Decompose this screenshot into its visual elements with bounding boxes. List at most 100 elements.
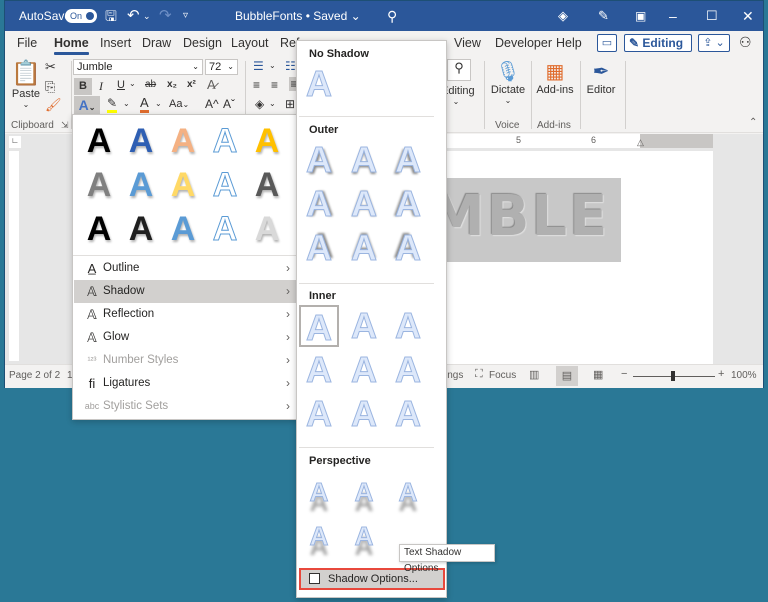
font-color-icon[interactable]: A [140, 96, 149, 113]
highlight-dropdown-icon[interactable]: ⌄ [123, 99, 130, 108]
indent-marker-icon[interactable]: △ [637, 137, 644, 148]
tab-developer[interactable]: Developer [495, 36, 552, 50]
text-effect-style-0-3[interactable]: A [205, 119, 245, 163]
highlight-icon[interactable]: ✎ [107, 97, 118, 113]
document-title[interactable]: BubbleFonts • Saved ⌄ [235, 1, 361, 31]
shadow-preset-inner-7[interactable]: A [344, 393, 384, 435]
maximize-icon[interactable]: ☐ [706, 1, 718, 31]
text-effect-style-1-1[interactable]: A [121, 163, 161, 207]
collapse-ribbon-icon[interactable]: ⌃ [749, 117, 757, 128]
text-effect-style-0-4[interactable]: A [247, 119, 287, 163]
shading-icon[interactable]: ◈ [255, 97, 264, 111]
text-effect-style-2-1[interactable]: A [121, 207, 161, 251]
shadow-preset-inner-6[interactable]: A [299, 393, 339, 435]
text-effect-style-0-2[interactable]: A [163, 119, 203, 163]
tab-draw[interactable]: Draw [142, 36, 171, 50]
tab-file[interactable]: File [17, 36, 37, 50]
shadow-preset-no-shadow-0[interactable]: A [299, 63, 339, 105]
clear-formatting-icon[interactable]: A̷ [207, 77, 216, 92]
comment-icon[interactable]: ▭ [597, 34, 617, 52]
shadow-preset-outer-4[interactable]: A [344, 183, 384, 225]
tab-layout[interactable]: Layout [231, 36, 269, 50]
ribbon-display-icon[interactable]: ▣ [635, 1, 646, 31]
tab-view[interactable]: View [454, 36, 481, 50]
focus-button[interactable]: Focus [489, 370, 516, 381]
minimize-icon[interactable]: – [669, 1, 677, 31]
tab-insert[interactable]: Insert [100, 36, 131, 50]
tab-design[interactable]: Design [183, 36, 222, 50]
shrink-font-button[interactable]: Aˇ [223, 97, 235, 111]
shadow-preset-perspective-3[interactable]: A [299, 515, 339, 557]
menu-item-outline[interactable]: A̲ Outline › [74, 257, 296, 280]
editor-button[interactable]: ✒ Editor [583, 59, 619, 96]
bold-button[interactable]: B [74, 78, 92, 95]
shadow-preset-inner-4[interactable]: A [344, 349, 384, 391]
shadow-preset-outer-6[interactable]: A [299, 227, 339, 269]
align-left-icon[interactable]: ≡ [253, 78, 260, 92]
shadow-preset-outer-1[interactable]: A [344, 139, 384, 181]
text-effect-style-1-0[interactable]: A [79, 163, 119, 207]
undo-icon[interactable]: ↶ [127, 1, 140, 31]
menu-item-glow[interactable]: 𝔸 Glow › [74, 326, 296, 349]
text-effect-style-2-3[interactable]: A [205, 207, 245, 251]
strikethrough-button[interactable]: ab [145, 79, 156, 90]
page-count[interactable]: Page 2 of 2 [9, 370, 60, 381]
find-icon[interactable]: ⚲ [447, 59, 471, 81]
font-size-input[interactable]: 72 ⌄ [205, 59, 238, 75]
underline-dropdown-icon[interactable]: ⌄ [129, 79, 136, 88]
shadow-preset-inner-1[interactable]: A [344, 305, 384, 347]
cut-icon[interactable]: ✂ [45, 59, 56, 75]
shadow-preset-outer-5[interactable]: A [388, 183, 428, 225]
numbering-icon[interactable]: ☷ [285, 59, 296, 73]
change-case-button[interactable]: Aa⌄ [169, 98, 189, 110]
document-text[interactable]: MBLE [429, 184, 609, 249]
shadow-preset-inner-5[interactable]: A [388, 349, 428, 391]
font-name-input[interactable]: Jumble ⌄ [73, 59, 203, 75]
redo-icon[interactable]: ↷ [159, 1, 172, 31]
pen-icon[interactable]: ✎ [598, 1, 609, 31]
undo-dropdown-icon[interactable]: ⌄ [143, 1, 151, 31]
text-effect-style-0-0[interactable]: A [79, 119, 119, 163]
text-effect-style-2-4[interactable]: A [247, 207, 287, 251]
shadow-preset-perspective-1[interactable]: A [344, 471, 384, 513]
clipboard-launcher-icon[interactable]: ⇲ [61, 120, 69, 131]
shadow-preset-outer-0[interactable]: A [299, 139, 339, 181]
superscript-button[interactable]: x² [187, 79, 196, 90]
shadow-preset-outer-7[interactable]: A [344, 227, 384, 269]
vertical-ruler[interactable] [9, 151, 19, 361]
borders-icon[interactable]: ⊞ [285, 97, 295, 111]
coauthor-icon[interactable]: ⚇ [739, 34, 752, 51]
autosave-toggle[interactable]: On [65, 9, 97, 23]
shadow-preset-perspective-0[interactable]: A [299, 471, 339, 513]
menu-item-ligatures[interactable]: ﬁ Ligatures › [74, 372, 296, 395]
read-mode-icon[interactable]: ▥ [529, 368, 539, 381]
print-layout-icon[interactable]: ▤ [556, 366, 578, 386]
zoom-level[interactable]: 100% [731, 370, 757, 381]
premium-diamond-icon[interactable]: ◈ [558, 1, 568, 31]
bullets-dropdown-icon[interactable]: ⌄ [269, 61, 276, 70]
close-icon[interactable]: ✕ [742, 1, 754, 31]
underline-button[interactable]: U [117, 79, 125, 91]
text-effect-style-2-2[interactable]: A [163, 207, 203, 251]
paste-button[interactable]: 📋 Paste ⌄ [11, 59, 41, 109]
display-settings-partial[interactable]: ings [445, 370, 463, 381]
tab-home[interactable]: Home [54, 36, 89, 55]
tab-selector-icon[interactable]: ∟ [9, 136, 21, 148]
menu-item-stylistic-sets[interactable]: abc Stylistic Sets › [74, 395, 296, 418]
shadow-preset-perspective-4[interactable]: A [344, 515, 384, 557]
align-center-icon[interactable]: ≡ [271, 78, 278, 92]
menu-item-shadow[interactable]: 𝔸 Shadow › [74, 280, 296, 303]
text-effect-style-2-0[interactable]: A [79, 207, 119, 251]
text-effect-style-0-1[interactable]: A [121, 119, 161, 163]
shadow-preset-inner-0[interactable]: A [299, 305, 339, 349]
shadow-preset-perspective-2[interactable]: A [388, 471, 428, 513]
shading-dropdown-icon[interactable]: ⌄ [269, 99, 276, 108]
italic-button[interactable]: I [99, 79, 103, 94]
editing-mode-button[interactable]: ✎ Editing ⌄ [624, 34, 692, 65]
bullets-icon[interactable]: ☰ [253, 59, 264, 73]
web-layout-icon[interactable]: ▦ [593, 368, 603, 381]
font-color-dropdown-icon[interactable]: ⌄ [155, 99, 162, 108]
subscript-button[interactable]: x₂ [167, 79, 177, 90]
dictate-button[interactable]: 🎙 Dictate ⌄ [488, 59, 528, 105]
text-effect-style-1-4[interactable]: A [247, 163, 287, 207]
